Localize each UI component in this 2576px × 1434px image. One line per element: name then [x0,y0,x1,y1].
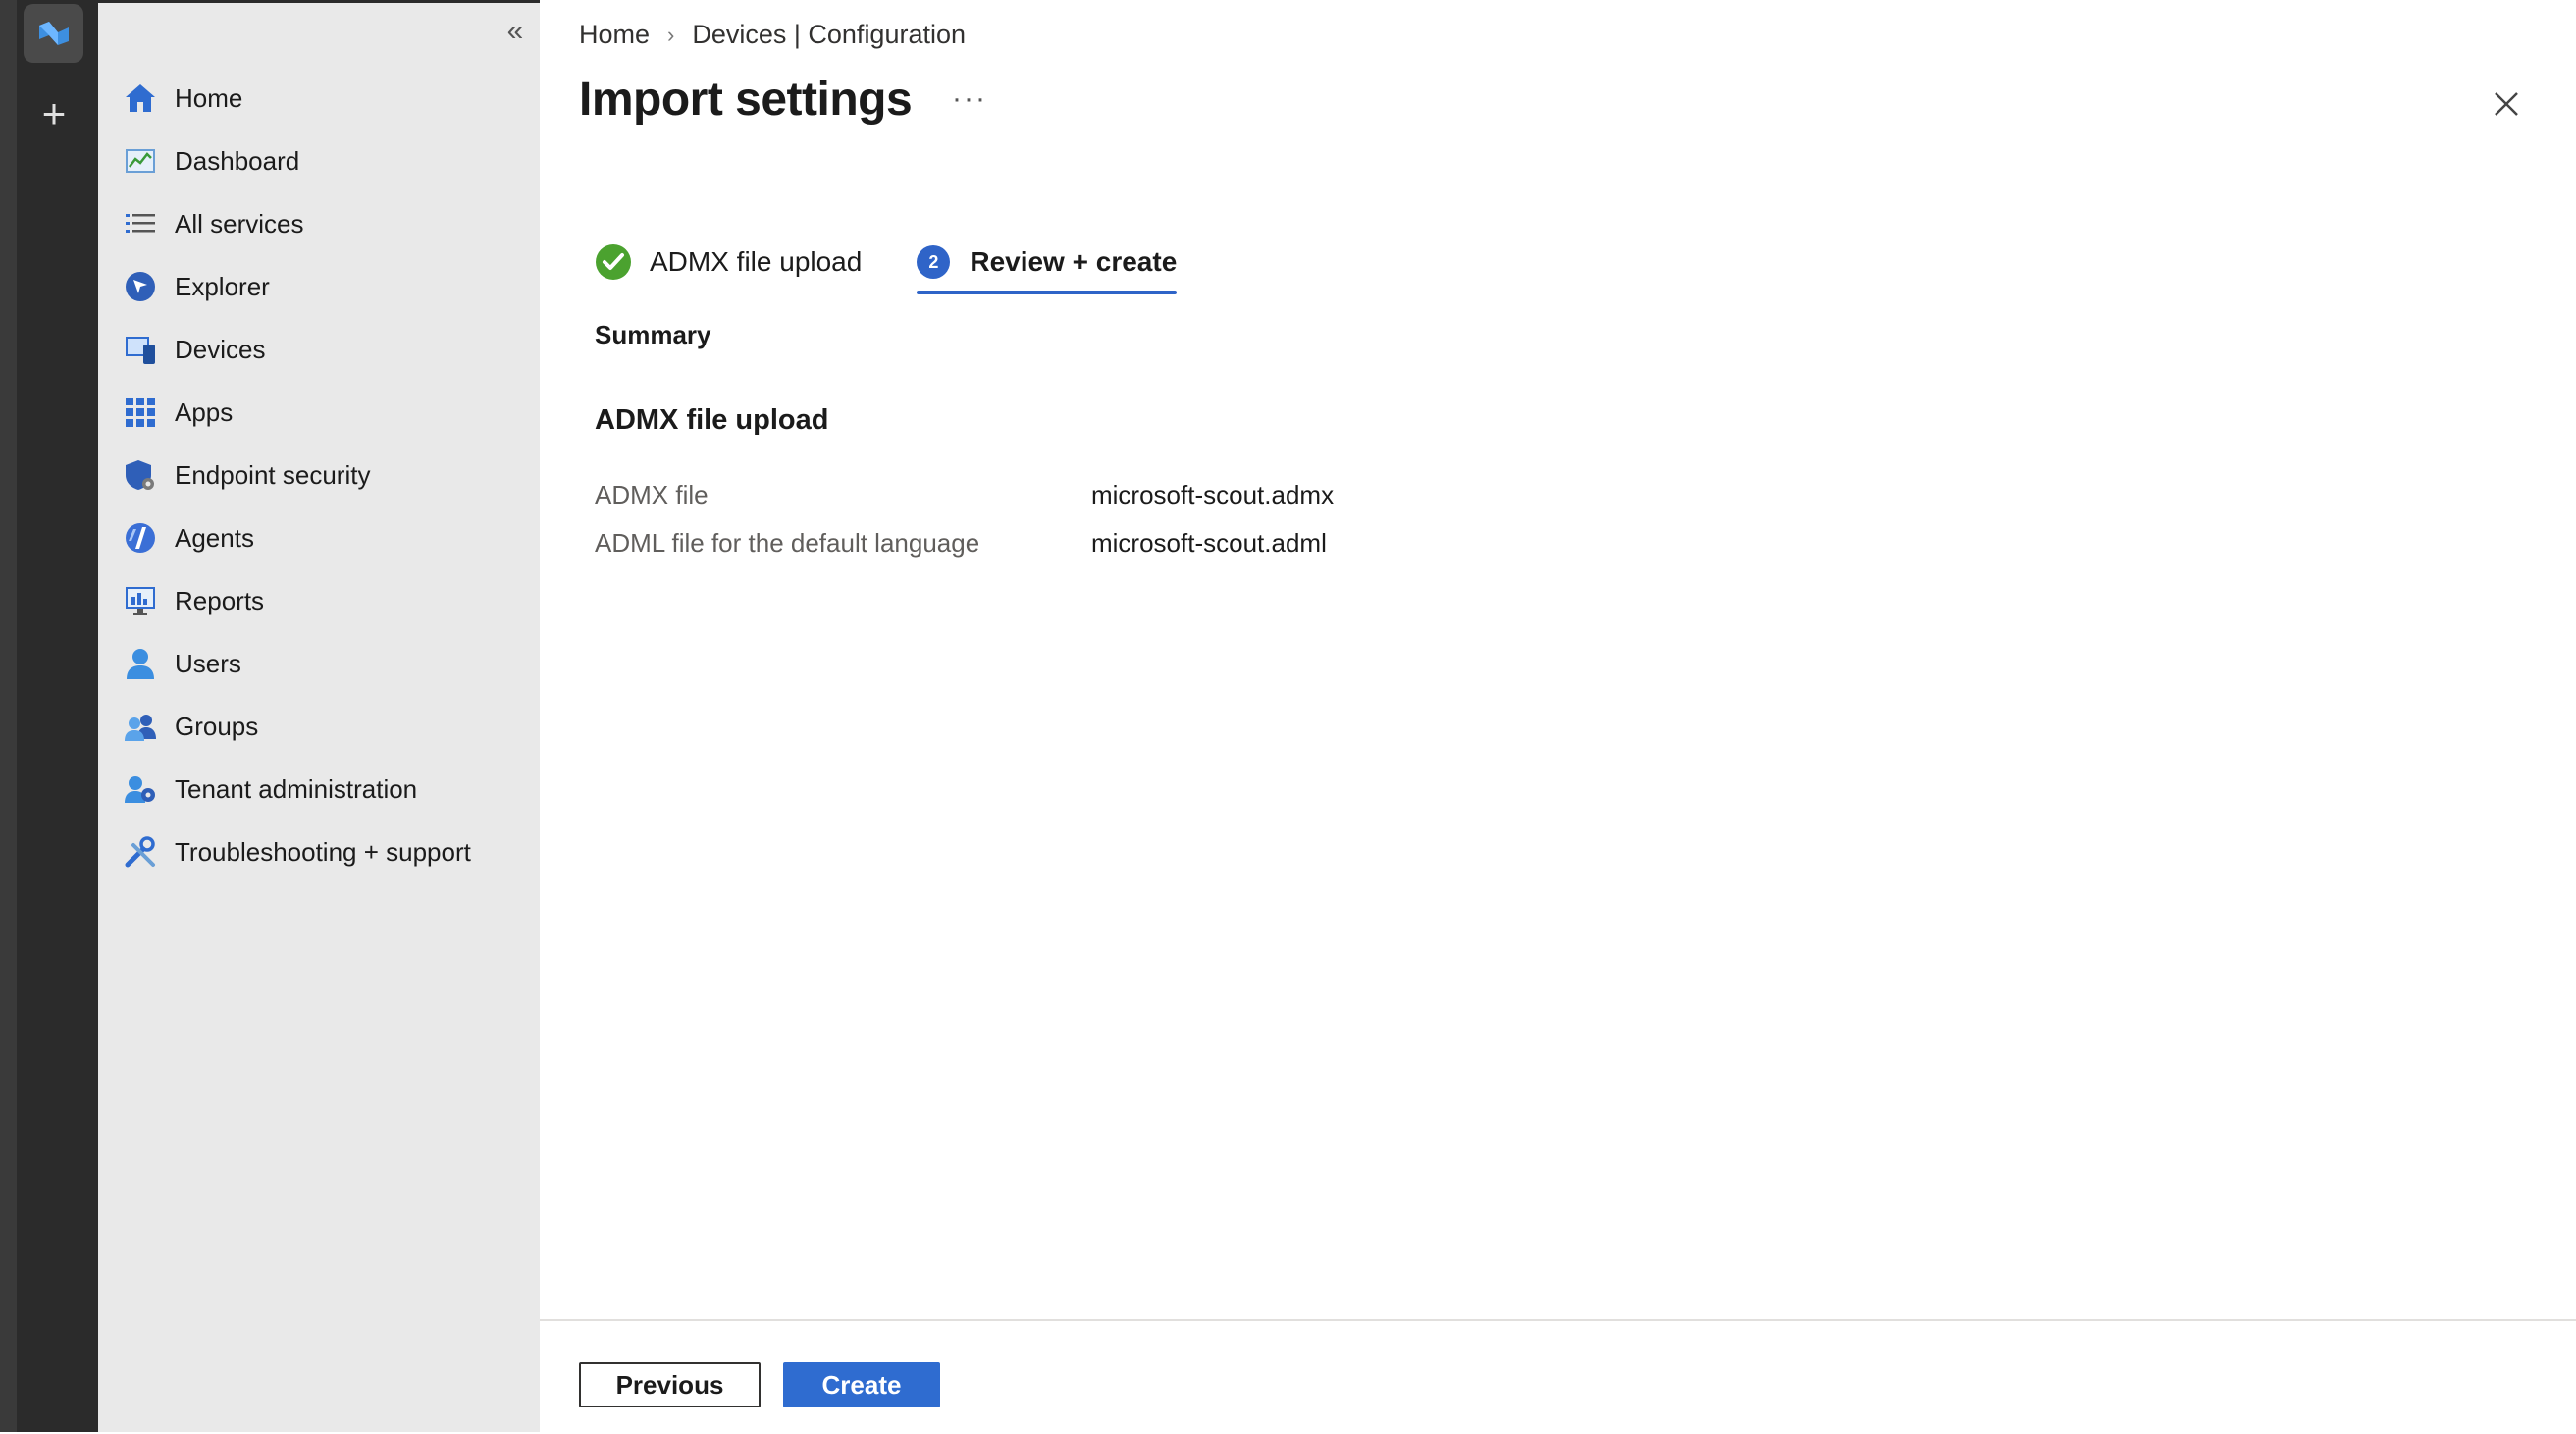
add-icon[interactable]: + [34,93,74,134]
previous-button[interactable]: Previous [579,1362,761,1407]
summary-details: ADMX file microsoft-scout.admx ADML file… [595,471,1334,567]
more-options-icon[interactable]: ··· [952,82,987,116]
sidebar-item-endpoint-security[interactable]: Endpoint security [122,444,471,506]
breadcrumb: Home › Devices | Configuration [579,20,966,50]
sidebar-item-label: Explorer [175,271,270,301]
summary-value: microsoft-scout.adml [1091,528,1327,558]
sidebar-item-users[interactable]: Users [122,632,471,695]
summary-key: ADML file for the default language [595,528,980,558]
footer-bar: Previous Create [540,1319,2576,1434]
summary-row: ADML file for the default language micro… [595,519,1334,567]
reports-icon [122,582,159,619]
dashboard-icon [122,142,159,180]
sidebar-item-reports[interactable]: Reports [122,569,471,632]
tab-label: Review + create [970,246,1178,277]
breadcrumb-home-link[interactable]: Home [579,20,650,50]
tab-admx-file-upload[interactable]: ADMX file upload [595,236,862,289]
sidebar-item-all-services[interactable]: All services [122,192,471,255]
sidebar-item-label: All services [175,208,304,239]
summary-value: microsoft-scout.admx [1091,480,1335,509]
sidebar-item-label: Endpoint security [175,459,371,490]
sidebar-item-apps[interactable]: Apps [122,381,471,444]
sidebar-item-label: Home [175,82,243,113]
list-icon [122,205,159,242]
step-number-badge: 2 [917,245,951,279]
close-icon[interactable] [2485,82,2528,126]
sidebar-item-label: Devices [175,334,266,364]
apps-grid-icon [122,394,159,431]
sidebar-item-explorer[interactable]: Explorer [122,255,471,318]
sidebar-item-label: Troubleshooting + support [175,836,471,867]
sidebar-item-devices[interactable]: Devices [122,318,471,381]
window-frame [0,0,17,1432]
sidebar-item-label: Tenant administration [175,773,418,804]
tab-label: ADMX file upload [650,246,863,277]
sidebar-item-label: Apps [175,397,234,427]
summary-heading: Summary [595,320,711,349]
user-icon [122,645,159,682]
agents-icon [122,519,159,557]
sidebar-item-tenant-administration[interactable]: Tenant administration [122,758,471,821]
summary-row: ADMX file microsoft-scout.admx [595,471,1334,519]
app-logo-button[interactable] [24,4,83,63]
summary-key: ADMX file [595,480,709,509]
breadcrumb-current-link[interactable]: Devices | Configuration [692,20,966,50]
devices-icon [122,331,159,368]
home-icon [122,80,159,117]
app-logo-icon [38,22,69,45]
sidebar-item-label: Agents [175,522,254,553]
sidebar: « Home Dashboard All services Explorer D… [98,0,540,1432]
main-panel: Home › Devices | Configuration Import se… [540,0,2576,1434]
wizard-steps: ADMX file upload 2 Review + create [595,236,1232,296]
shield-icon [122,456,159,494]
sidebar-item-label: Groups [175,711,259,741]
checkmark-circle-icon [596,244,631,280]
sidebar-item-label: Users [175,648,241,678]
sidebar-item-dashboard[interactable]: Dashboard [122,130,471,192]
explorer-icon [122,268,159,305]
sidebar-item-label: Dashboard [175,145,300,176]
sidebar-item-agents[interactable]: Agents [122,506,471,569]
sidebar-nav: Home Dashboard All services Explorer Dev… [122,67,471,883]
section-title: ADMX file upload [595,404,829,436]
groups-icon [122,708,159,745]
collapse-sidebar-icon[interactable]: « [498,14,533,49]
sidebar-item-home[interactable]: Home [122,67,471,130]
sidebar-item-troubleshooting-support[interactable]: Troubleshooting + support [122,821,471,883]
tools-icon [122,833,159,871]
sidebar-item-groups[interactable]: Groups [122,695,471,758]
chevron-right-icon: › [667,22,675,47]
app-rail: + [17,0,98,1432]
sidebar-item-label: Reports [175,585,265,615]
create-button[interactable]: Create [783,1362,940,1407]
page-title: Import settings [579,74,913,126]
tab-review-create[interactable]: 2 Review + create [917,236,1178,294]
tenant-admin-icon [122,770,159,808]
